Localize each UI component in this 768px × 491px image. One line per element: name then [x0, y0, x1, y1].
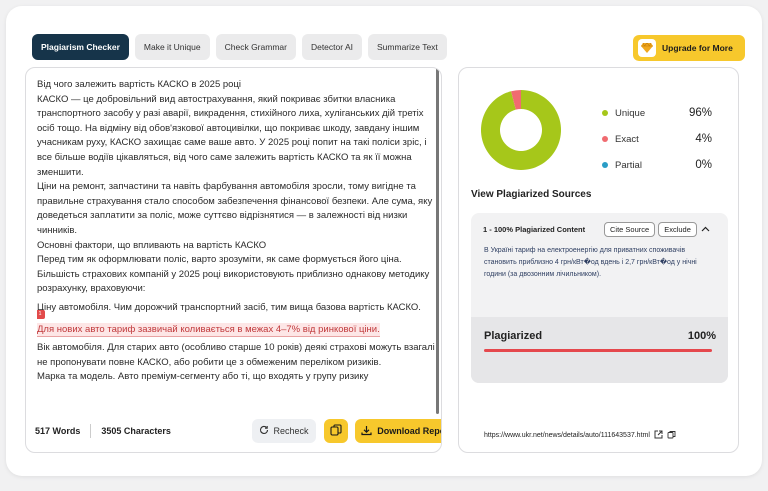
tab-detector-ai[interactable]: Detector AI: [301, 34, 363, 60]
download-report-button[interactable]: Download Report: [355, 419, 441, 443]
chevron-up-icon[interactable]: [701, 224, 710, 234]
editor-paragraph: Вік автомобіля. Для старих авто (особлив…: [37, 341, 435, 368]
cite-source-button[interactable]: Cite Source: [604, 221, 656, 237]
legend-name: Partial: [615, 159, 642, 171]
results-legend: Unique 96% Exact 4% Partial 0%: [602, 100, 712, 178]
scrollbar-thumb[interactable]: [436, 68, 439, 414]
recheck-label: Recheck: [273, 426, 309, 436]
legend-name: Exact: [615, 133, 639, 145]
highlight-text: Для нових авто тариф зазвичай коливаєтьс…: [37, 323, 380, 335]
plagiarized-section: Plagiarized 100%: [471, 317, 728, 383]
results-panel: Unique 96% Exact 4% Partial 0% View Plagiariz…: [458, 67, 739, 453]
legend-dot: [602, 110, 608, 116]
editor-paragraph: Від чого залежить вартість КАСКО в 2025 …: [37, 79, 242, 90]
copy-button[interactable]: [324, 419, 348, 443]
legend-row-unique: Unique 96%: [602, 100, 712, 126]
editor-paragraph-highlighted: Ціну автомобіля. Чим дорожчий транспортн…: [37, 297, 435, 341]
editor-paragraph: Марка та модель. Авто преміум-сегменту а…: [37, 371, 369, 383]
refresh-icon: [259, 425, 269, 437]
tab-make-it-unique[interactable]: Make it Unique: [134, 34, 210, 60]
tab-check-grammar[interactable]: Check Grammar: [215, 34, 296, 60]
download-icon: [361, 425, 372, 438]
source-url-row: https://www.ukr.net/news/details/auto/11…: [484, 430, 676, 441]
plagiarized-label: Plagiarized: [484, 330, 543, 342]
upgrade-button[interactable]: Upgrade for More: [633, 35, 745, 61]
source-url[interactable]: https://www.ukr.net/news/details/auto/11…: [484, 432, 650, 439]
source-title: 1 - 100% Plagiarized Content: [483, 224, 586, 234]
highlight-badge: 1: [37, 309, 45, 319]
legend-value: 4%: [695, 133, 712, 145]
view-sources-title: View Plagiarized Sources: [471, 189, 592, 200]
tool-tabs: Plagiarism Checker Make it Unique Check Gr…: [32, 34, 447, 60]
editor-content[interactable]: Від чого залежить вартість КАСКО в 2025 …: [37, 78, 435, 412]
word-count: 517 Words: [35, 426, 81, 436]
legend-value: 0%: [695, 159, 712, 171]
diamond-icon: [638, 39, 656, 57]
source-card: 1 - 100% Plagiarized Content Cite Source…: [471, 213, 728, 383]
editor-paragraph: КАСКО — це добровільний вид автострахува…: [37, 93, 427, 178]
legend-dot: [602, 136, 608, 142]
editor-scrollbar[interactable]: [436, 68, 439, 414]
legend-name: Unique: [615, 107, 646, 119]
divider: [90, 424, 92, 438]
char-count: 3505 Characters: [101, 426, 171, 436]
tab-plagiarism-checker[interactable]: Plagiarism Checker: [32, 34, 129, 60]
text-editor[interactable]: Від чого залежить вартість КАСКО в 2025 …: [25, 67, 442, 453]
uniqueness-donut-chart: [481, 90, 561, 170]
plagiarized-value: 100%: [687, 330, 716, 342]
download-label: Download Report: [377, 426, 441, 436]
plagiarized-row: Plagiarized 100%: [484, 330, 716, 342]
editor-paragraph: Основні фактори, що впливають на вартіст…: [37, 239, 267, 251]
editor-text-before: Ціну автомобіля. Чим дорожчий транспортн…: [37, 301, 421, 313]
copy-link-icon[interactable]: [667, 430, 676, 441]
editor-footer: 517 Words 3505 Characters Recheck Downlo…: [35, 417, 441, 445]
legend-dot: [602, 162, 608, 168]
legend-row-partial: Partial 0%: [602, 152, 712, 178]
recheck-button[interactable]: Recheck: [252, 419, 316, 443]
source-header[interactable]: 1 - 100% Plagiarized Content Cite Source…: [483, 221, 723, 237]
tab-summarize-text[interactable]: Summarize Text: [368, 34, 447, 60]
external-link-icon[interactable]: [654, 430, 663, 441]
copy-icon: [330, 424, 342, 438]
legend-value: 96%: [688, 107, 712, 119]
source-excerpt: В Україні тариф на електроенергію для пр…: [484, 247, 697, 278]
editor-paragraph: Ціни на ремонт, запчастини та навіть фар…: [37, 181, 433, 236]
upgrade-label: Upgrade for More: [662, 43, 733, 53]
plagiarized-progress-bar: [484, 349, 712, 352]
plagiarism-highlight[interactable]: 1 Для нових авто тариф зазвичай коливаєть…: [37, 309, 380, 337]
donut-slice-unique: [481, 90, 561, 170]
legend-row-exact: Exact 4%: [602, 126, 712, 152]
exclude-button[interactable]: Exclude: [658, 221, 697, 237]
editor-paragraph: Перед тим як оформлювати поліс, варто зр…: [37, 254, 430, 295]
